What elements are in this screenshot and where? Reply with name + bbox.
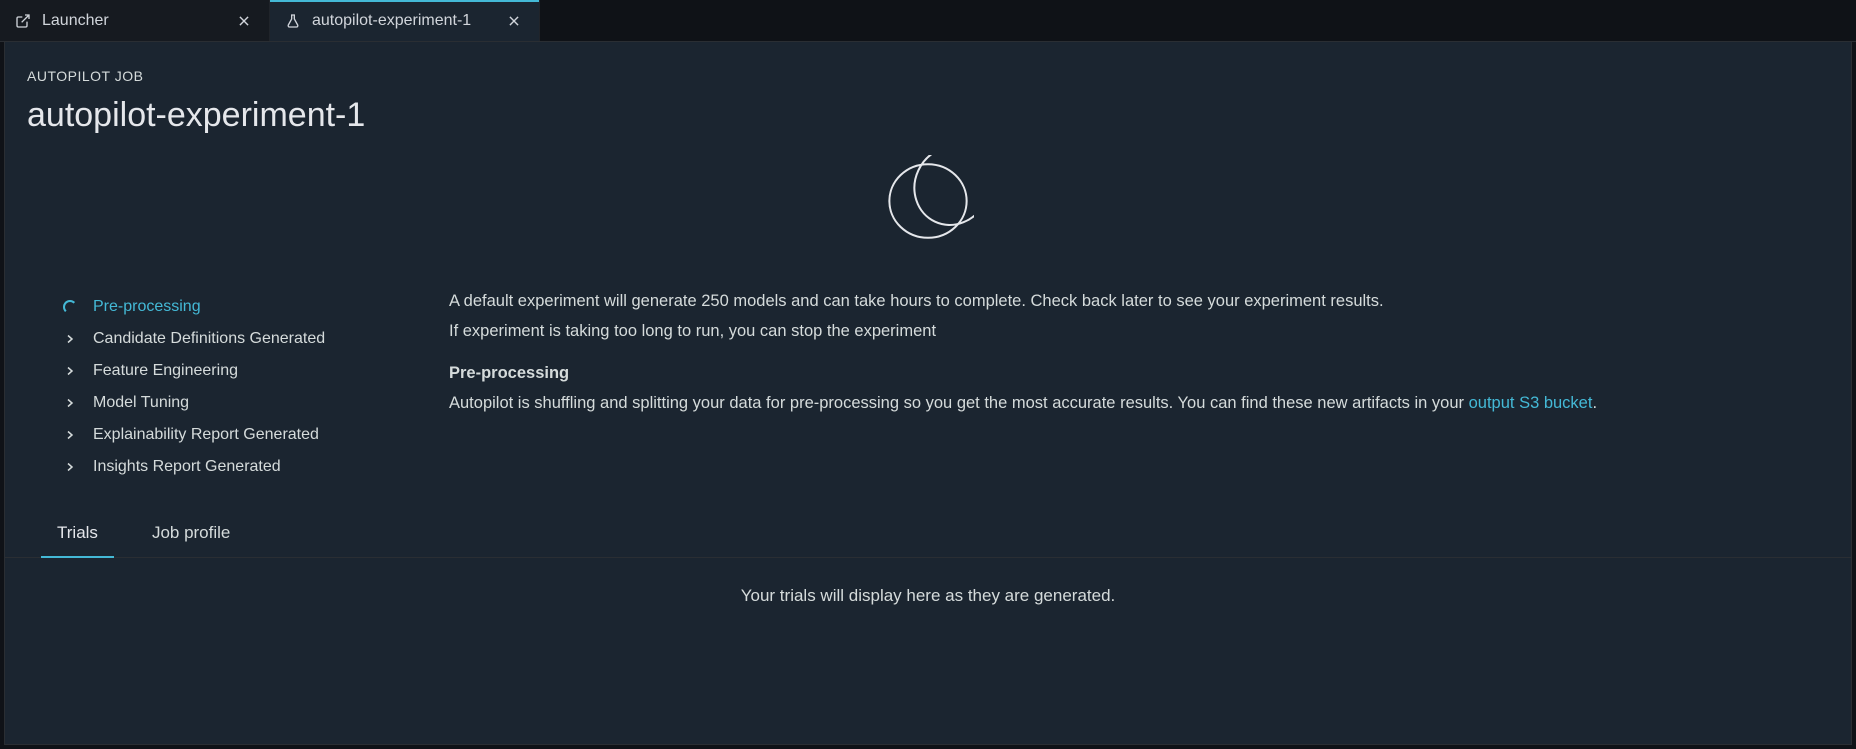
step-label: Explainability Report Generated — [93, 426, 319, 444]
external-link-icon — [14, 12, 32, 30]
chevron-right-icon — [59, 456, 81, 478]
description-panel: A default experiment will generate 250 m… — [449, 287, 1829, 483]
content-panel: AUTOPILOT JOB autopilot-experiment-1 Pre… — [4, 42, 1852, 745]
description-line: A default experiment will generate 250 m… — [449, 287, 1809, 315]
step-label: Candidate Definitions Generated — [93, 330, 325, 348]
loading-spinner-icon — [882, 155, 974, 247]
subtab-job-profile[interactable]: Job profile — [130, 513, 252, 557]
subtab-bar: Trials Job profile — [5, 503, 1851, 558]
overline-label: AUTOPILOT JOB — [27, 68, 1829, 84]
chevron-right-icon — [59, 392, 81, 414]
tab-autopilot-experiment[interactable]: autopilot-experiment-1 — [270, 0, 540, 41]
tab-label: autopilot-experiment-1 — [312, 12, 489, 30]
close-icon[interactable] — [233, 10, 255, 32]
trials-empty-message: Your trials will display here as they ar… — [5, 558, 1851, 634]
step-insights-report[interactable]: Insights Report Generated — [59, 451, 389, 483]
step-candidate-definitions[interactable]: Candidate Definitions Generated — [59, 323, 389, 355]
tab-launcher[interactable]: Launcher — [0, 0, 270, 41]
tab-label: Launcher — [42, 12, 219, 30]
step-pre-processing[interactable]: Pre-processing — [59, 291, 389, 323]
subtab-trials[interactable]: Trials — [35, 513, 120, 557]
window-tab-bar: Launcher autopilot-experiment-1 — [0, 0, 1856, 42]
chevron-right-icon — [59, 328, 81, 350]
chevron-right-icon — [59, 360, 81, 382]
description-line: Autopilot is shuffling and splitting you… — [449, 389, 1809, 417]
output-s3-bucket-link[interactable]: output S3 bucket — [1469, 394, 1593, 412]
description-text: Autopilot is shuffling and splitting you… — [449, 394, 1469, 412]
step-model-tuning[interactable]: Model Tuning — [59, 387, 389, 419]
step-label: Model Tuning — [93, 394, 189, 412]
description-section-label: Pre-processing — [449, 359, 1809, 387]
step-explainability-report[interactable]: Explainability Report Generated — [59, 419, 389, 451]
close-icon[interactable] — [503, 10, 525, 32]
loading-spinner-area — [5, 145, 1851, 287]
step-label: Insights Report Generated — [93, 458, 281, 476]
step-feature-engineering[interactable]: Feature Engineering — [59, 355, 389, 387]
description-line: If experiment is taking too long to run,… — [449, 317, 1809, 345]
header-block: AUTOPILOT JOB autopilot-experiment-1 — [5, 42, 1851, 145]
spinner-icon — [59, 296, 81, 318]
page-title: autopilot-experiment-1 — [27, 96, 1829, 135]
step-label: Feature Engineering — [93, 362, 238, 380]
step-label: Pre-processing — [93, 298, 201, 316]
description-text: . — [1592, 394, 1597, 412]
flask-icon — [284, 12, 302, 30]
progress-steps: Pre-processing Candidate Definitions Gen… — [59, 287, 389, 483]
chevron-right-icon — [59, 424, 81, 446]
